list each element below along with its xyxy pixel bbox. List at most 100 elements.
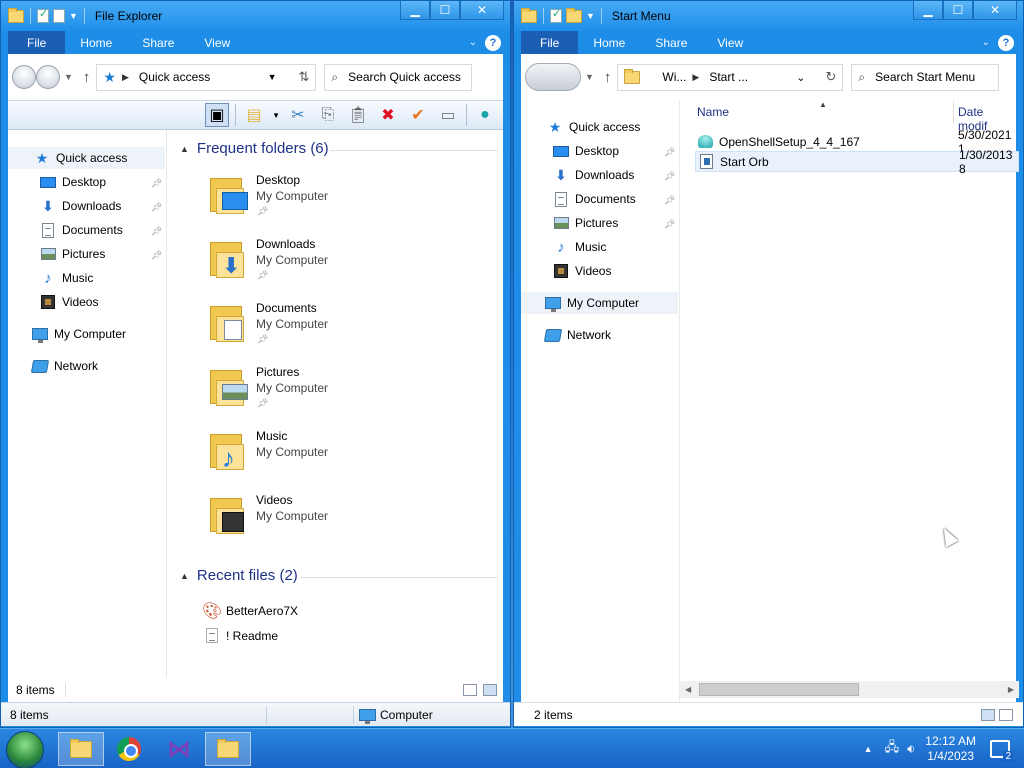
nav-documents[interactable]: Documents [40,219,123,241]
recent-file-row[interactable]: ! Readme [204,625,278,646]
details-view-icon[interactable] [463,684,477,696]
close-button[interactable]: ✕ [460,1,504,20]
tile-music[interactable]: Music My Computer [256,428,328,460]
tile-downloads[interactable]: Downloads My Computer [256,236,328,268]
pin-icon[interactable]: 📌︎ [151,202,162,213]
expand-ribbon-icon[interactable]: ⌄ [982,37,990,48]
tab-file[interactable]: File [521,31,579,54]
large-icons-view-icon[interactable] [483,684,497,696]
breadcrumb-start-menu[interactable]: Start ... [709,70,748,84]
close-button[interactable]: ✕ [973,1,1017,20]
folder-downloads-icon[interactable]: ⬇ [208,238,248,278]
start-button[interactable] [6,731,44,768]
file-row-selected[interactable]: Start Orb 1/30/2013 8 [695,148,1019,176]
up-arrow-icon[interactable]: ↑ [604,69,612,86]
nav-desktop[interactable]: Desktop [40,171,106,193]
taskbar-file-explorer-2[interactable] [205,732,251,766]
folder-pictures-icon[interactable] [208,366,248,406]
tab-file[interactable]: File [8,31,66,54]
tile-pictures[interactable]: Pictures My Computer [256,364,328,396]
tab-home[interactable]: Home [578,31,640,54]
nav-pictures[interactable]: Pictures [40,243,105,265]
properties-icon[interactable] [550,7,562,23]
paste-icon[interactable]: 📋︎ [346,103,370,127]
large-icons-view-icon[interactable] [999,708,1013,721]
show-hidden-icons-icon[interactable]: ▲ [864,744,873,754]
breadcrumb-arrow-icon[interactable]: ▶ [122,72,129,83]
new-folder-icon[interactable] [566,7,582,23]
action-center-icon[interactable]: 2 [990,740,1013,762]
navigation-pane-icon[interactable]: ▣ [205,103,230,127]
tile-videos[interactable]: Videos My Computer [256,492,328,524]
tile-documents[interactable]: Documents My Computer [256,300,328,332]
pin-icon[interactable]: 📌︎ [664,195,675,206]
network-status-icon[interactable]: 🖧︎ [885,738,900,760]
pin-icon[interactable]: 📌︎ [151,250,162,261]
nav-desktop[interactable]: Desktop [553,140,619,162]
recent-file-row[interactable]: 🎨︎ BetterAero7X [202,600,298,621]
maximize-button[interactable]: ☐ [430,1,460,20]
search-input[interactable]: ⌕ Search Quick access [324,63,473,91]
nav-network[interactable]: Network [30,355,98,377]
search-input[interactable]: ⌕ Search Start Menu [851,63,1000,91]
recent-locations-icon[interactable]: ▼ [585,72,594,82]
nav-documents[interactable]: Documents [553,188,636,210]
nav-videos[interactable]: Videos [40,291,98,313]
qat-dropdown-icon[interactable]: ▼ [586,11,595,21]
folder-music-icon[interactable]: ♪ [208,430,248,471]
nav-music[interactable]: ♪ Music [40,267,93,289]
tab-home[interactable]: Home [65,31,127,54]
clock[interactable]: 12:12 AM 1/4/2023 [925,734,976,764]
up-arrow-icon[interactable]: ↑ [83,69,91,86]
forward-button[interactable] [36,65,60,89]
taskbar-file-explorer[interactable] [58,732,104,766]
pin-icon[interactable]: 📌︎ [151,226,162,237]
folder-icon[interactable] [8,7,24,23]
properties-icon[interactable] [37,7,49,23]
tab-share[interactable]: Share [640,31,702,54]
folder-videos-icon[interactable] [208,494,248,534]
new-folder-icon[interactable]: ▤ [242,103,266,127]
rename-icon[interactable]: ✔ [406,103,430,127]
recent-files-header[interactable]: ▲ Recent files (2) [180,567,298,584]
column-divider[interactable] [953,100,954,124]
tab-view[interactable]: View [702,31,758,54]
scroll-right-icon[interactable]: ▶ [1008,685,1014,694]
pin-icon[interactable]: 📌︎ [151,178,162,189]
horizontal-scrollbar[interactable]: ◀ ▶ [680,681,1019,698]
pin-icon[interactable]: 📌︎ [664,171,675,182]
expand-ribbon-icon[interactable]: ⌄ [469,37,477,48]
address-dropdown-icon[interactable]: ⌄ [796,71,805,84]
pin-icon[interactable]: 📌︎ [257,270,268,281]
properties-toolbar-icon[interactable]: ▭ [436,103,460,127]
tab-share[interactable]: Share [127,31,189,54]
recent-locations-icon[interactable]: ▼ [64,72,73,82]
nav-my-computer[interactable]: My Computer [521,292,678,314]
help-icon[interactable]: ? [998,34,1014,51]
cut-icon[interactable]: ✂ [286,103,310,127]
frequent-folders-header[interactable]: ▲ Frequent folders (6) [180,140,329,157]
details-view-icon[interactable] [981,708,995,721]
minimize-button[interactable]: ▁ [400,1,430,20]
folder-icon[interactable] [521,7,537,23]
folder-documents-icon[interactable] [208,302,248,342]
nav-network[interactable]: Network [543,324,611,346]
maximize-button[interactable]: ☐ [943,1,973,20]
pin-icon[interactable]: 📌︎ [664,147,675,158]
minimize-button[interactable]: ▁ [913,1,943,20]
collapse-icon[interactable]: ▲ [180,571,189,581]
pin-icon[interactable]: 📌︎ [664,219,675,230]
tab-view[interactable]: View [189,31,245,54]
help-icon[interactable]: ? [485,34,501,51]
nav-videos[interactable]: Videos [553,260,611,282]
nav-pictures[interactable]: Pictures [553,212,618,234]
folder-desktop-icon[interactable] [208,174,248,214]
breadcrumb-arrow-icon[interactable]: ▶ [692,72,699,83]
tile-desktop[interactable]: Desktop My Computer [256,172,328,204]
nav-quick-access[interactable]: ★ Quick access [8,147,165,169]
back-button[interactable] [12,65,36,89]
new-folder-dropdown-icon[interactable]: ▼ [272,111,280,120]
breadcrumb-windows[interactable]: Wi... [662,70,686,84]
pin-icon[interactable]: 📌︎ [257,398,268,409]
back-forward-buttons[interactable] [525,63,581,91]
